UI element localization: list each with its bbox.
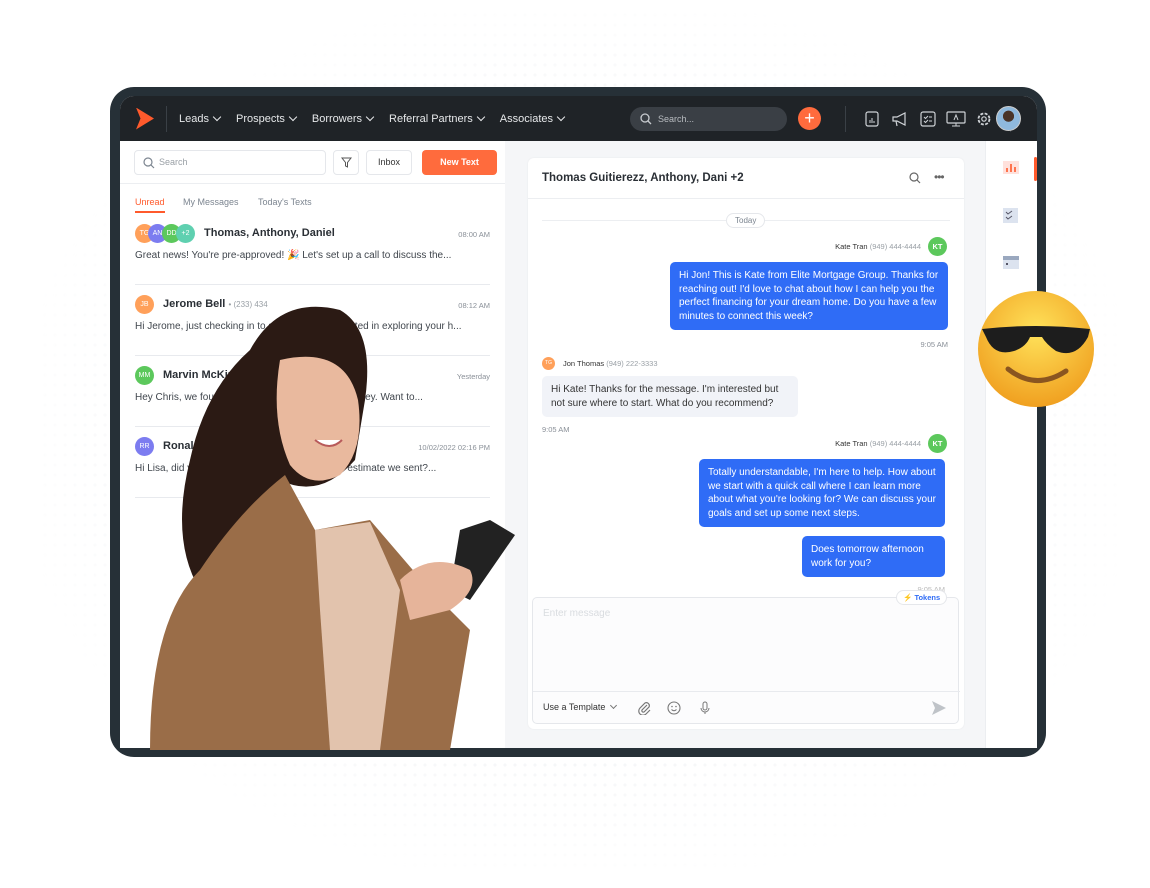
tab-my-messages[interactable]: My Messages <box>183 197 239 207</box>
add-button[interactable]: + <box>798 107 821 130</box>
chevron-down-icon <box>610 701 618 710</box>
search-icon <box>143 157 155 169</box>
global-search-input[interactable]: Search... <box>630 107 787 131</box>
sunglasses-emoji <box>978 291 1094 407</box>
woman-with-phone-photo <box>150 306 515 750</box>
outgoing-message: Totally understandable, I'm here to help… <box>699 459 945 527</box>
nav-leads[interactable]: Leads <box>179 112 222 125</box>
calendar-icon[interactable] <box>1003 254 1019 269</box>
message-sender: Kate Tran (949) 444-4444 <box>835 439 921 448</box>
search-icon[interactable] <box>909 172 921 184</box>
report-icon[interactable] <box>858 109 886 129</box>
message-time: 9:05 AM <box>542 425 570 434</box>
chevron-down-icon <box>212 112 222 122</box>
microphone-icon[interactable] <box>699 701 711 715</box>
nav-label: Prospects <box>235 112 285 125</box>
tokens-button[interactable]: ⚡ Tokens <box>896 590 948 605</box>
message-compose-box[interactable]: Enter message Use a Template <box>532 597 960 724</box>
filter-button[interactable] <box>333 150 359 175</box>
conversation-time: 08:00 AM <box>458 230 490 239</box>
nav-label: Referral Partners <box>389 112 473 125</box>
message-sender: Jon Thomas (949) 222-3333 <box>563 359 658 368</box>
presentation-icon[interactable] <box>942 109 970 129</box>
tab-unread[interactable]: Unread <box>135 197 165 213</box>
message-time: 9:05 AM <box>920 340 948 349</box>
right-sidebar <box>985 141 1037 748</box>
user-avatar[interactable] <box>996 106 1021 131</box>
gear-icon[interactable] <box>970 109 998 129</box>
avatar: KT <box>928 237 947 256</box>
template-label: Use a Template <box>543 702 606 712</box>
divider <box>528 198 964 199</box>
filter-icon <box>340 157 352 168</box>
outgoing-message: Does tomorrow afternoon work for you? <box>802 536 945 577</box>
nav-prospects[interactable]: Prospects <box>235 112 298 125</box>
chevron-down-icon <box>288 112 298 122</box>
chevron-down-icon <box>476 112 486 122</box>
new-text-button[interactable]: New Text <box>422 150 497 175</box>
message-tabs: Unread My Messages Today's Texts <box>120 183 505 213</box>
chat-title: Thomas Guitierezz, Anthony, Dani +2 <box>542 172 744 184</box>
nav-borrowers[interactable]: Borrowers <box>311 112 375 125</box>
tasks-icon[interactable] <box>1003 208 1018 223</box>
use-template-dropdown[interactable]: Use a Template <box>543 701 618 712</box>
divider <box>166 105 167 132</box>
nav-referral-partners[interactable]: Referral Partners <box>389 112 486 125</box>
divider <box>845 105 846 132</box>
conversation-preview: Great news! You're pre-approved! 🎉 Let's… <box>135 250 452 261</box>
tokens-label: Tokens <box>914 593 941 602</box>
divider <box>533 691 960 692</box>
chart-icon[interactable] <box>1003 161 1019 174</box>
avatar: TG <box>542 357 555 370</box>
attachment-icon[interactable] <box>637 701 651 715</box>
message-sender: Kate Tran (949) 444-4444 <box>835 242 921 251</box>
conversation-name: Thomas, Anthony, Daniel <box>204 227 335 239</box>
date-divider: Today <box>726 213 766 228</box>
send-icon[interactable] <box>931 700 947 716</box>
checklist-icon[interactable] <box>914 109 942 129</box>
search-icon <box>640 113 652 125</box>
nav-label: Borrowers <box>311 112 363 125</box>
inbox-button[interactable]: Inbox <box>366 150 412 175</box>
megaphone-icon[interactable] <box>886 109 914 129</box>
tab-todays-texts[interactable]: Today's Texts <box>258 197 312 207</box>
more-options-icon[interactable]: ••• <box>934 170 945 184</box>
search-input[interactable]: Search <box>134 150 326 175</box>
active-indicator <box>1034 157 1037 181</box>
search-placeholder: Search <box>159 157 188 167</box>
top-navbar: Leads Prospects Borrowers Referral Partn… <box>120 96 1037 141</box>
message-input[interactable]: Enter message <box>543 608 610 619</box>
chat-panel: Thomas Guitierezz, Anthony, Dani +2 ••• … <box>528 158 964 729</box>
nav-associates[interactable]: Associates <box>499 112 566 125</box>
nav-label: Leads <box>179 112 209 125</box>
logo[interactable] <box>136 107 154 130</box>
outgoing-message: Hi Jon! This is Kate from Elite Mortgage… <box>670 262 948 330</box>
incoming-message: Hi Kate! Thanks for the message. I'm int… <box>542 376 798 417</box>
emoji-icon[interactable] <box>667 701 681 715</box>
search-placeholder: Search... <box>658 114 695 124</box>
avatar: KT <box>928 434 947 453</box>
nav-label: Associates <box>499 112 553 125</box>
chevron-down-icon <box>556 112 566 122</box>
avatar: +2 <box>176 224 195 243</box>
conversation-item[interactable]: TG AN DD +2 Thomas, Anthony, Daniel 08:0… <box>135 214 490 285</box>
chevron-down-icon <box>365 112 375 122</box>
